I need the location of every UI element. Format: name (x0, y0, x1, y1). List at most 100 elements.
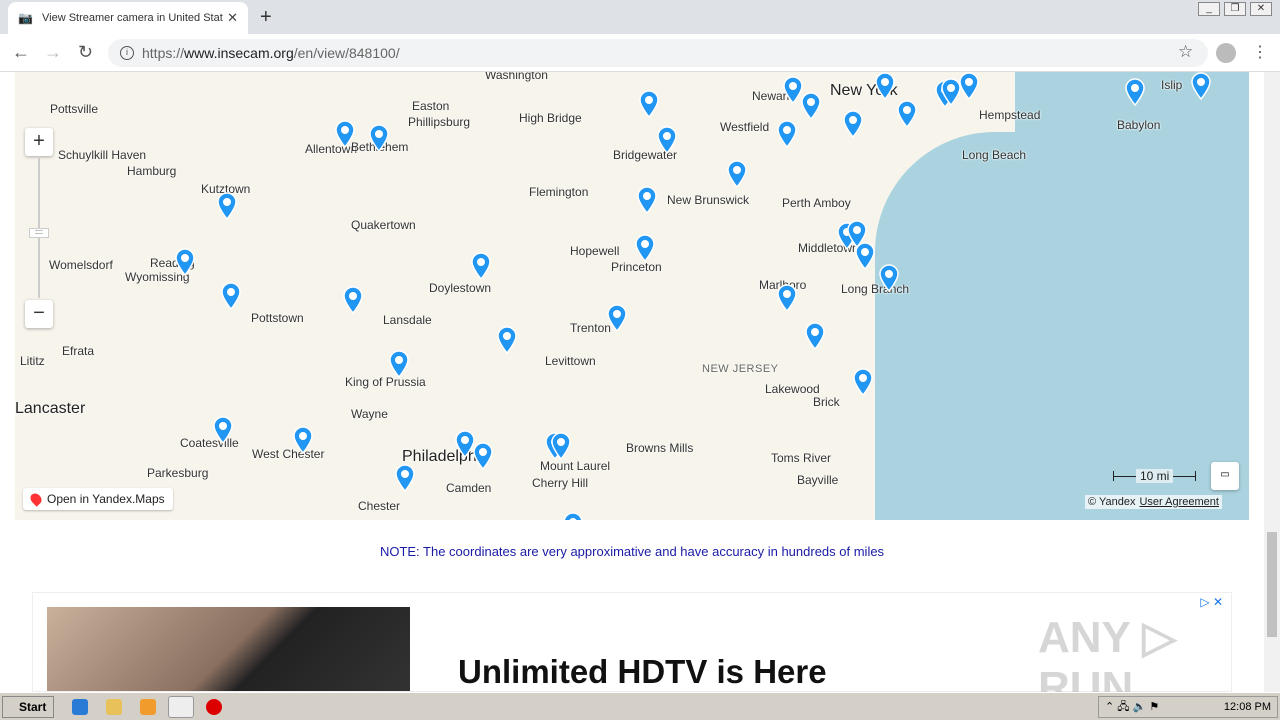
place-label: Washington (485, 72, 548, 82)
forward-icon[interactable]: → (44, 42, 62, 63)
back-icon[interactable]: ← (12, 42, 30, 63)
stop-icon[interactable] (206, 699, 222, 715)
tab-bar: 📷 View Streamer camera in United Stat ✕ … (0, 0, 1280, 34)
bookmark-star-icon[interactable]: ☆ (1178, 42, 1193, 62)
place-label: Westfield (720, 120, 770, 134)
place-label: Hamburg (127, 164, 177, 178)
place-label: Islip (1161, 78, 1183, 92)
place-label: Hempstead (979, 108, 1041, 122)
place-label: Phillipsburg (408, 115, 471, 129)
url-host: www.insecam.org (184, 45, 294, 61)
url-path: /en/view/848100/ (293, 45, 400, 61)
place-label: Wayne (351, 407, 388, 421)
close-tab-icon[interactable]: ✕ (227, 10, 238, 26)
camera-marker[interactable] (473, 442, 493, 470)
camera-marker[interactable] (221, 282, 241, 310)
open-in-yandex-maps-link[interactable]: Open in Yandex.Maps (23, 488, 173, 510)
camera-marker[interactable] (657, 126, 677, 154)
camera-marker[interactable] (879, 264, 899, 292)
reload-icon[interactable]: ↻ (78, 42, 93, 63)
camera-marker[interactable] (805, 322, 825, 350)
place-label: Doylestown (429, 281, 492, 295)
minimize-button[interactable]: _ (1198, 2, 1220, 16)
camera-marker[interactable] (635, 234, 655, 262)
address-bar[interactable]: i https://www.insecam.org/en/view/848100… (108, 39, 1208, 67)
info-icon[interactable]: i (120, 46, 134, 60)
tray-icons[interactable]: ⌃ 🖧 🔈 ⚑ (1105, 697, 1159, 717)
camera-marker[interactable] (875, 72, 895, 100)
camera-marker[interactable] (777, 120, 797, 148)
camera-marker[interactable] (637, 186, 657, 214)
new-tab-button[interactable]: + (260, 6, 272, 29)
chrome-taskbar-button[interactable] (168, 696, 194, 718)
ad-choices-icon[interactable]: ▷ ✕ (1200, 595, 1223, 609)
camera-marker[interactable] (335, 120, 355, 148)
camera-marker[interactable] (395, 464, 415, 492)
place-label: Camden (446, 481, 492, 495)
camera-marker[interactable] (471, 252, 491, 280)
place-label: Trenton (570, 321, 611, 335)
map[interactable]: Washington Pottsville Easton Phillipsburg Hi… (15, 72, 1249, 520)
place-label: King of Prussia (345, 375, 426, 389)
camera-marker[interactable] (1125, 78, 1145, 106)
explorer-icon[interactable] (106, 699, 122, 715)
close-window-button[interactable]: ✕ (1250, 2, 1272, 16)
camera-marker[interactable] (855, 242, 875, 270)
menu-icon[interactable]: ⋮ (1252, 42, 1268, 62)
restore-button[interactable]: ❐ (1224, 2, 1246, 16)
camera-marker[interactable] (213, 416, 233, 444)
camera-marker[interactable] (843, 110, 863, 138)
url-scheme: https:// (142, 45, 185, 61)
media-player-icon[interactable] (140, 699, 156, 715)
ie-icon[interactable] (72, 699, 88, 715)
camera-marker[interactable] (801, 92, 821, 120)
ad-headline[interactable]: Unlimited HDTV is Here (458, 653, 827, 691)
ruler-button[interactable]: ▭ (1211, 462, 1239, 490)
camera-marker[interactable] (639, 90, 659, 118)
place-label: Parkesburg (147, 466, 209, 480)
place-label: Bayville (797, 473, 839, 487)
zoom-control: + :::: − (25, 128, 53, 328)
place-label: Cherry Hill (532, 476, 589, 490)
user-agreement-link[interactable]: User Agreement (1139, 496, 1218, 508)
place-label: West Chester (252, 447, 325, 461)
camera-marker[interactable] (941, 78, 961, 106)
zoom-out-button[interactable]: − (25, 300, 53, 328)
camera-marker[interactable] (777, 284, 797, 312)
place-label: Easton (412, 99, 450, 113)
zoom-in-button[interactable]: + (25, 128, 53, 156)
camera-marker[interactable] (217, 192, 237, 220)
camera-marker[interactable] (897, 100, 917, 128)
browser-tab[interactable]: 📷 View Streamer camera in United Stat ✕ (8, 2, 248, 34)
scrollbar-thumb[interactable] (1267, 532, 1277, 637)
camera-marker[interactable] (853, 368, 873, 396)
camera-marker[interactable] (369, 124, 389, 152)
place-label: Toms River (771, 451, 832, 465)
start-button[interactable]: Start (2, 696, 54, 718)
profile-avatar[interactable] (1216, 43, 1236, 63)
camera-marker[interactable] (783, 76, 803, 104)
place-label: Lansdale (383, 313, 432, 327)
camera-marker[interactable] (497, 326, 517, 354)
camera-marker[interactable] (1191, 72, 1211, 100)
camera-marker[interactable] (607, 304, 627, 332)
scrollbar[interactable] (1264, 72, 1280, 692)
camera-marker[interactable] (175, 248, 195, 276)
zoom-slider-handle[interactable]: :::: (29, 228, 49, 238)
place-label: NEW JERSEY (702, 363, 779, 375)
camera-marker[interactable] (959, 72, 979, 100)
open-link-label: Open in Yandex.Maps (47, 492, 165, 506)
copyright-text: © Yandex (1088, 496, 1136, 508)
camera-marker[interactable] (727, 160, 747, 188)
place-label: Browns Mills (626, 441, 694, 455)
ad-image[interactable] (47, 607, 410, 691)
camera-marker[interactable] (293, 426, 313, 454)
camera-marker[interactable] (551, 432, 571, 460)
place-label: Hopewell (570, 244, 620, 258)
place-label: Lititz (20, 354, 45, 368)
taskbar: Start ⌃ 🖧 🔈 ⚑ 12:08 PM (0, 692, 1280, 720)
camera-marker[interactable] (563, 512, 583, 520)
camera-marker[interactable] (455, 430, 475, 458)
camera-marker[interactable] (389, 350, 409, 378)
camera-marker[interactable] (343, 286, 363, 314)
